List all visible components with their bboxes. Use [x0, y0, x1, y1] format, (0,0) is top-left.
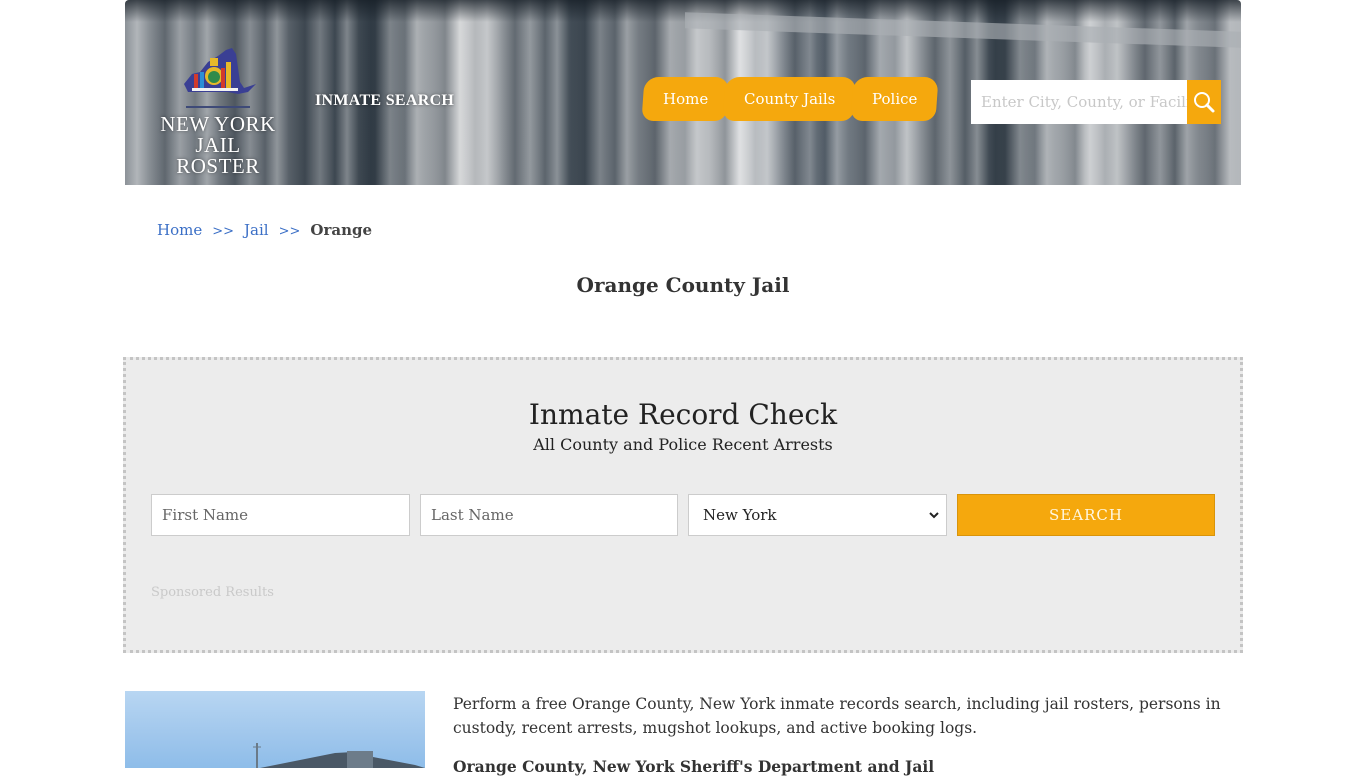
header-background-shelf — [685, 12, 1241, 48]
breadcrumb: Home >> Jail >> Orange — [157, 221, 372, 239]
logo-line-1: NEW YORK — [160, 112, 276, 136]
breadcrumb-current: Orange — [310, 221, 373, 239]
search-icon — [1194, 92, 1215, 113]
main-nav: Home County Jails Police — [641, 77, 939, 121]
site-search-input[interactable] — [971, 80, 1221, 124]
record-search-button[interactable]: SEARCH — [957, 494, 1215, 536]
site-search-button[interactable] — [1187, 80, 1221, 124]
inmate-search-link[interactable]: INMATE SEARCH — [315, 92, 454, 110]
record-check-title: Inmate Record Check — [528, 398, 838, 431]
jail-building-image — [253, 743, 425, 768]
nav-police[interactable]: Police — [850, 77, 939, 121]
last-name-input[interactable] — [420, 494, 678, 536]
sheriff-department-heading: Orange County, New York Sheriff's Depart… — [453, 757, 935, 776]
breadcrumb-jail[interactable]: Jail — [244, 221, 269, 239]
breadcrumb-separator: >> — [278, 224, 301, 239]
nav-home[interactable]: Home — [641, 77, 730, 121]
new-york-state-map-icon — [184, 48, 256, 94]
intro-paragraph: Perform a free Orange County, New York i… — [453, 695, 1221, 737]
inmate-record-check-panel: Inmate Record Check All County and Polic… — [123, 357, 1243, 653]
logo-line-2: JAIL ROSTER — [176, 133, 260, 178]
nav-county-jails[interactable]: County Jails — [722, 77, 858, 121]
breadcrumb-separator: >> — [212, 224, 235, 239]
jail-building-photo — [125, 691, 425, 768]
site-logo[interactable]: NEW YORK JAIL ROSTER — [153, 44, 283, 177]
record-check-subtitle: All County and Police Recent Arrests — [533, 435, 833, 454]
breadcrumb-home[interactable]: Home — [157, 221, 202, 239]
sponsored-results-label: Sponsored Results — [151, 585, 274, 600]
site-header: NEW YORK JAIL ROSTER INMATE SEARCH Home … — [125, 0, 1241, 185]
logo-divider — [186, 106, 250, 108]
first-name-input[interactable] — [151, 494, 410, 536]
state-select[interactable]: New York — [688, 494, 947, 536]
page-title: Orange County Jail — [576, 273, 790, 297]
